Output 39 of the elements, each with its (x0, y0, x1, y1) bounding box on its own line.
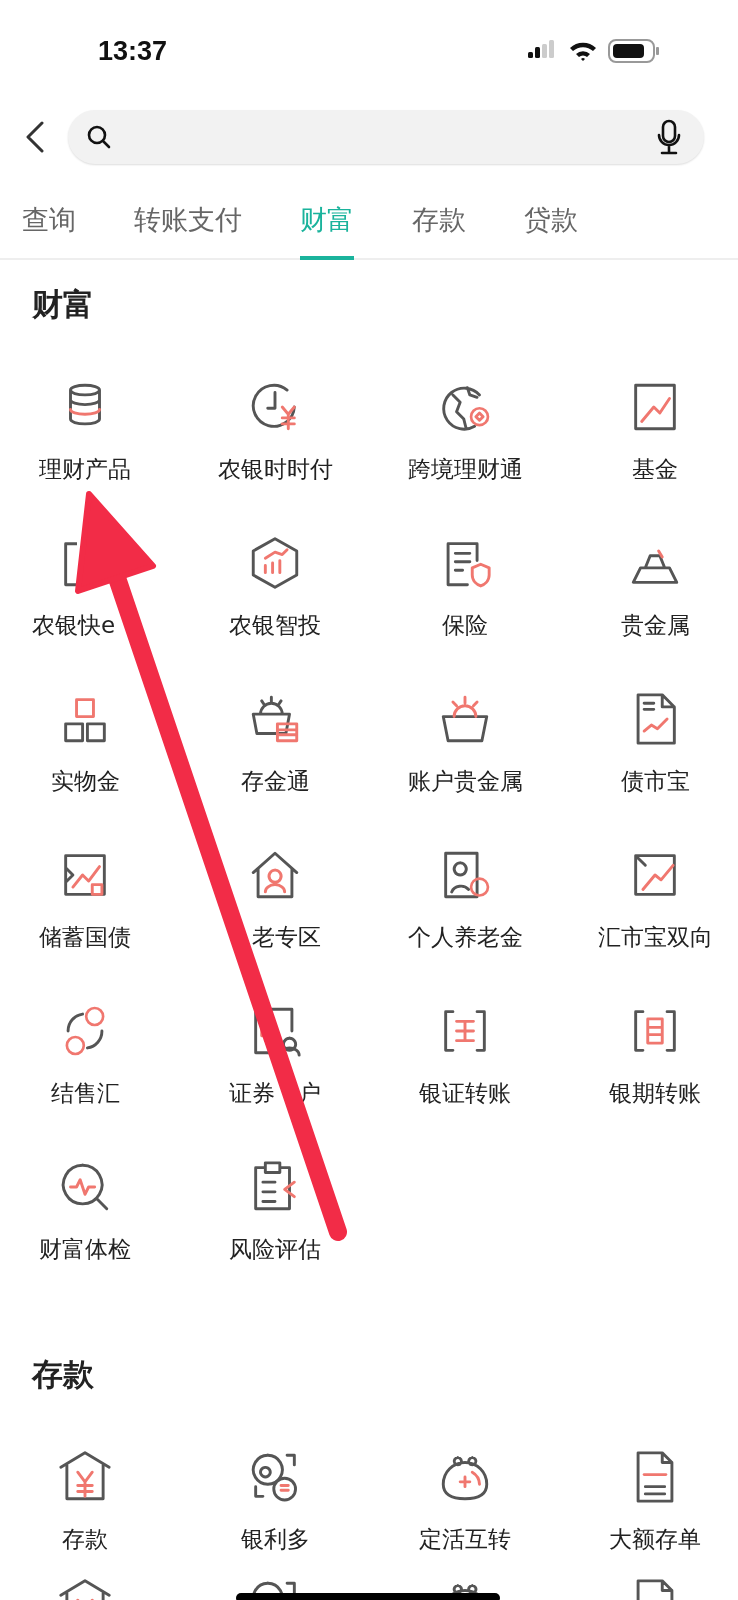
service-label[interactable]: 农银时时付 (217, 454, 333, 484)
category-tab[interactable]: 存款 (412, 194, 466, 260)
search-field[interactable] (68, 110, 704, 164)
section-title: 财富 (31, 285, 95, 324)
category-tab[interactable]: 转账支付 (134, 194, 242, 260)
service-label[interactable]: 汇市宝双向 (597, 922, 713, 952)
service-label[interactable]: 个人养老金 (407, 922, 523, 952)
battery-icon (608, 38, 660, 64)
service-label[interactable]: 理财产品 (39, 454, 131, 484)
service-label[interactable]: 银证转账 (419, 1078, 511, 1108)
service-label[interactable]: 证券 (229, 1078, 275, 1108)
service-label[interactable]: 银期转账 (609, 1078, 701, 1108)
back-icon[interactable] (24, 121, 46, 153)
category-tab[interactable]: 贷款 (524, 194, 578, 260)
service-label[interactable]: 储蓄国债 (39, 922, 131, 952)
microphone-icon[interactable] (656, 119, 682, 155)
status-time: 13:37 (98, 35, 168, 67)
service-label[interactable]: 保险 (442, 610, 488, 640)
service-label[interactable]: 银利多 (240, 1524, 310, 1554)
section-title: 存款 (30, 1355, 95, 1394)
service-label[interactable]: 定活互转 (419, 1524, 511, 1554)
service-label[interactable]: 财富体检 (39, 1234, 131, 1264)
service-label[interactable]: 结售汇 (50, 1078, 120, 1108)
category-tab[interactable]: 查询 (22, 194, 76, 260)
service-label[interactable]: 存金通 (240, 766, 310, 796)
service-label[interactable]: 基金 (632, 454, 678, 484)
service-label[interactable]: 老专区 (252, 922, 321, 952)
service-label[interactable]: 存款 (62, 1524, 108, 1554)
service-label[interactable]: 实物金 (50, 766, 120, 796)
service-label[interactable]: 债市宝 (620, 766, 690, 796)
service-label[interactable]: 风险评估 (229, 1234, 321, 1264)
search-icon (86, 124, 112, 150)
service-label[interactable]: 账户贵金属 (407, 766, 523, 796)
service-label[interactable]: 贵金属 (620, 610, 690, 640)
wifi-icon (568, 40, 598, 62)
service-label[interactable]: 跨境理财通 (407, 454, 523, 484)
service-label[interactable]: 大额存单 (609, 1524, 701, 1554)
service-label[interactable]: 农银智投 (229, 610, 321, 640)
service-label[interactable]: 农银快e (31, 610, 116, 640)
